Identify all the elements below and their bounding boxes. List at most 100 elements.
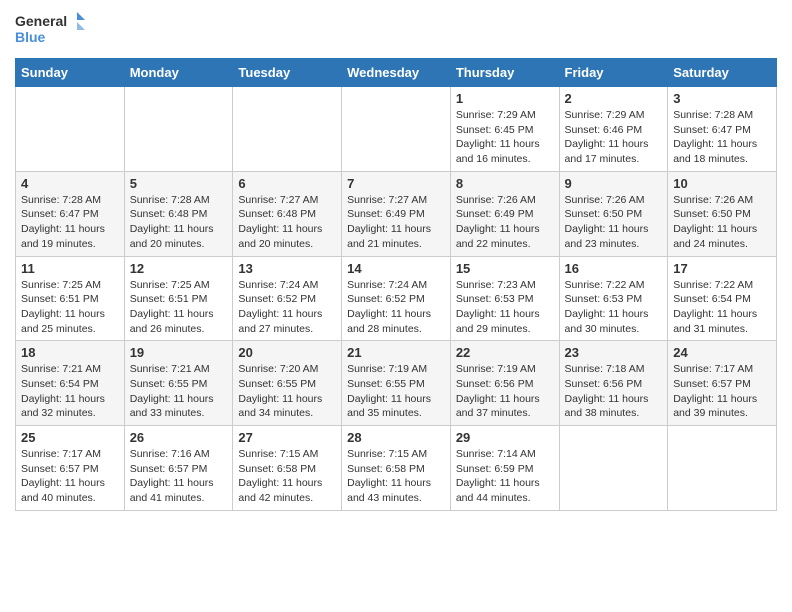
day-number: 17 xyxy=(673,261,771,276)
day-info: Sunrise: 7:19 AM Sunset: 6:56 PM Dayligh… xyxy=(456,362,554,421)
day-info: Sunrise: 7:26 AM Sunset: 6:50 PM Dayligh… xyxy=(673,193,771,252)
day-number: 14 xyxy=(347,261,445,276)
day-info: Sunrise: 7:17 AM Sunset: 6:57 PM Dayligh… xyxy=(673,362,771,421)
day-info: Sunrise: 7:29 AM Sunset: 6:45 PM Dayligh… xyxy=(456,108,554,167)
calendar-week-1: 1 Sunrise: 7:29 AM Sunset: 6:45 PM Daylig… xyxy=(16,87,777,172)
day-number: 29 xyxy=(456,430,554,445)
header-friday: Friday xyxy=(559,59,668,87)
day-info: Sunrise: 7:26 AM Sunset: 6:49 PM Dayligh… xyxy=(456,193,554,252)
logo-svg: General Blue xyxy=(15,10,85,50)
calendar-cell: 22Sunrise: 7:19 AM Sunset: 6:56 PM Dayli… xyxy=(450,341,559,426)
day-number: 13 xyxy=(238,261,336,276)
logo: General Blue xyxy=(15,10,85,50)
calendar-cell: 3Sunrise: 7:28 AM Sunset: 6:47 PM Daylig… xyxy=(668,87,777,172)
calendar-week-5: 25 Sunrise: 7:17 AM Sunset: 6:57 PM Dayli… xyxy=(16,426,777,511)
calendar-cell: 13 Sunrise: 7:24 AM Sunset: 6:52 PM Dayli… xyxy=(233,256,342,341)
calendar-cell: 18 Sunrise: 7:21 AM Sunset: 6:54 PM Dayli… xyxy=(16,341,125,426)
day-info: Sunrise: 7:22 AM Sunset: 6:54 PM Dayligh… xyxy=(673,278,771,337)
day-info: Sunrise: 7:27 AM Sunset: 6:49 PM Dayligh… xyxy=(347,193,445,252)
calendar-week-4: 18 Sunrise: 7:21 AM Sunset: 6:54 PM Dayli… xyxy=(16,341,777,426)
day-number: 4 xyxy=(21,176,119,191)
day-number: 18 xyxy=(21,345,119,360)
calendar-week-2: 4 Sunrise: 7:28 AM Sunset: 6:47 PM Daylig… xyxy=(16,171,777,256)
calendar-cell: 15 Sunrise: 7:23 AM Sunset: 6:53 PM Dayli… xyxy=(450,256,559,341)
calendar-cell xyxy=(342,87,451,172)
header-sunday: Sunday xyxy=(16,59,125,87)
header-thursday: Thursday xyxy=(450,59,559,87)
day-number: 3 xyxy=(673,91,771,106)
day-number: 28 xyxy=(347,430,445,445)
day-info: Sunrise: 7:25 AM Sunset: 6:51 PM Dayligh… xyxy=(130,278,228,337)
day-number: 27 xyxy=(238,430,336,445)
day-number: 15 xyxy=(456,261,554,276)
calendar-cell: 28 Sunrise: 7:15 AM Sunset: 6:58 PM Dayli… xyxy=(342,426,451,511)
calendar-week-3: 11Sunrise: 7:25 AM Sunset: 6:51 PM Dayli… xyxy=(16,256,777,341)
day-info: Sunrise: 7:29 AM Sunset: 6:46 PM Dayligh… xyxy=(565,108,663,167)
calendar-cell: 6 Sunrise: 7:27 AM Sunset: 6:48 PM Daylig… xyxy=(233,171,342,256)
day-info: Sunrise: 7:23 AM Sunset: 6:53 PM Dayligh… xyxy=(456,278,554,337)
calendar-cell: 16Sunrise: 7:22 AM Sunset: 6:53 PM Dayli… xyxy=(559,256,668,341)
calendar-cell: 5 Sunrise: 7:28 AM Sunset: 6:48 PM Daylig… xyxy=(124,171,233,256)
calendar-cell: 12 Sunrise: 7:25 AM Sunset: 6:51 PM Dayli… xyxy=(124,256,233,341)
calendar-cell: 27 Sunrise: 7:15 AM Sunset: 6:58 PM Dayli… xyxy=(233,426,342,511)
calendar-cell xyxy=(559,426,668,511)
calendar-cell: 17 Sunrise: 7:22 AM Sunset: 6:54 PM Dayli… xyxy=(668,256,777,341)
day-info: Sunrise: 7:28 AM Sunset: 6:48 PM Dayligh… xyxy=(130,193,228,252)
calendar-cell xyxy=(16,87,125,172)
day-info: Sunrise: 7:22 AM Sunset: 6:53 PM Dayligh… xyxy=(565,278,663,337)
day-number: 26 xyxy=(130,430,228,445)
day-number: 9 xyxy=(565,176,663,191)
day-info: Sunrise: 7:28 AM Sunset: 6:47 PM Dayligh… xyxy=(21,193,119,252)
calendar-cell: 10 Sunrise: 7:26 AM Sunset: 6:50 PM Dayli… xyxy=(668,171,777,256)
day-info: Sunrise: 7:21 AM Sunset: 6:54 PM Dayligh… xyxy=(21,362,119,421)
day-info: Sunrise: 7:14 AM Sunset: 6:59 PM Dayligh… xyxy=(456,447,554,506)
calendar-header-row: SundayMondayTuesdayWednesdayThursdayFrid… xyxy=(16,59,777,87)
day-number: 24 xyxy=(673,345,771,360)
day-number: 10 xyxy=(673,176,771,191)
day-info: Sunrise: 7:18 AM Sunset: 6:56 PM Dayligh… xyxy=(565,362,663,421)
day-number: 7 xyxy=(347,176,445,191)
day-number: 25 xyxy=(21,430,119,445)
day-info: Sunrise: 7:27 AM Sunset: 6:48 PM Dayligh… xyxy=(238,193,336,252)
day-info: Sunrise: 7:15 AM Sunset: 6:58 PM Dayligh… xyxy=(238,447,336,506)
calendar-cell: 20 Sunrise: 7:20 AM Sunset: 6:55 PM Dayli… xyxy=(233,341,342,426)
calendar-cell: 25 Sunrise: 7:17 AM Sunset: 6:57 PM Dayli… xyxy=(16,426,125,511)
calendar-cell: 2 Sunrise: 7:29 AM Sunset: 6:46 PM Daylig… xyxy=(559,87,668,172)
svg-text:Blue: Blue xyxy=(15,29,46,45)
day-number: 5 xyxy=(130,176,228,191)
day-info: Sunrise: 7:17 AM Sunset: 6:57 PM Dayligh… xyxy=(21,447,119,506)
header-monday: Monday xyxy=(124,59,233,87)
header-saturday: Saturday xyxy=(668,59,777,87)
calendar-cell: 29 Sunrise: 7:14 AM Sunset: 6:59 PM Dayli… xyxy=(450,426,559,511)
calendar-cell: 9 Sunrise: 7:26 AM Sunset: 6:50 PM Daylig… xyxy=(559,171,668,256)
day-number: 1 xyxy=(456,91,554,106)
day-info: Sunrise: 7:19 AM Sunset: 6:55 PM Dayligh… xyxy=(347,362,445,421)
day-number: 8 xyxy=(456,176,554,191)
calendar-cell: 4 Sunrise: 7:28 AM Sunset: 6:47 PM Daylig… xyxy=(16,171,125,256)
day-number: 20 xyxy=(238,345,336,360)
calendar-cell: 21 Sunrise: 7:19 AM Sunset: 6:55 PM Dayli… xyxy=(342,341,451,426)
day-number: 12 xyxy=(130,261,228,276)
day-number: 21 xyxy=(347,345,445,360)
calendar-cell: 8 Sunrise: 7:26 AM Sunset: 6:49 PM Daylig… xyxy=(450,171,559,256)
calendar-cell xyxy=(233,87,342,172)
day-number: 23 xyxy=(565,345,663,360)
day-number: 6 xyxy=(238,176,336,191)
day-number: 2 xyxy=(565,91,663,106)
calendar-cell: 14 Sunrise: 7:24 AM Sunset: 6:52 PM Dayli… xyxy=(342,256,451,341)
day-info: Sunrise: 7:24 AM Sunset: 6:52 PM Dayligh… xyxy=(347,278,445,337)
day-info: Sunrise: 7:21 AM Sunset: 6:55 PM Dayligh… xyxy=(130,362,228,421)
day-info: Sunrise: 7:26 AM Sunset: 6:50 PM Dayligh… xyxy=(565,193,663,252)
calendar-cell xyxy=(124,87,233,172)
calendar-cell xyxy=(668,426,777,511)
calendar-table: SundayMondayTuesdayWednesdayThursdayFrid… xyxy=(15,58,777,511)
day-info: Sunrise: 7:20 AM Sunset: 6:55 PM Dayligh… xyxy=(238,362,336,421)
day-info: Sunrise: 7:15 AM Sunset: 6:58 PM Dayligh… xyxy=(347,447,445,506)
svg-text:General: General xyxy=(15,13,67,29)
header-wednesday: Wednesday xyxy=(342,59,451,87)
calendar-cell: 24 Sunrise: 7:17 AM Sunset: 6:57 PM Dayli… xyxy=(668,341,777,426)
day-info: Sunrise: 7:24 AM Sunset: 6:52 PM Dayligh… xyxy=(238,278,336,337)
header-tuesday: Tuesday xyxy=(233,59,342,87)
calendar-cell: 11Sunrise: 7:25 AM Sunset: 6:51 PM Dayli… xyxy=(16,256,125,341)
calendar-cell: 23 Sunrise: 7:18 AM Sunset: 6:56 PM Dayli… xyxy=(559,341,668,426)
